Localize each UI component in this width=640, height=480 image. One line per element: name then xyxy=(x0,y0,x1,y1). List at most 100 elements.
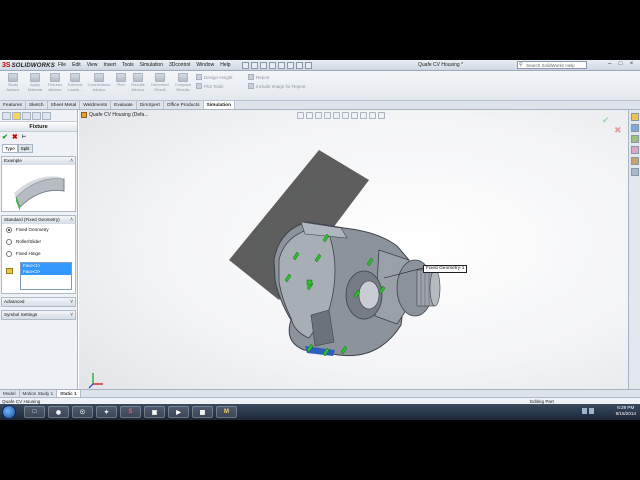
menu-view[interactable]: View xyxy=(87,62,98,68)
deformed-result-button[interactable]: Deformed Result xyxy=(149,73,171,92)
new-icon[interactable] xyxy=(242,62,249,69)
menu-insert[interactable]: Insert xyxy=(103,62,116,68)
solidworks-window: 3S SOLIDWORKS File Edit View Insert Tool… xyxy=(0,60,640,420)
clock-date: 9/15/2014 xyxy=(615,411,636,416)
undo-icon[interactable] xyxy=(278,62,285,69)
app-icon[interactable]: ▣ xyxy=(144,406,165,418)
start-button[interactable] xyxy=(2,405,16,419)
collapse-icon: ˄ xyxy=(70,158,73,164)
standard-header[interactable]: Standard (Fixed Geometry) ˄ xyxy=(2,216,75,224)
resources-icon[interactable] xyxy=(631,113,639,121)
steam-icon[interactable]: ☉ xyxy=(72,406,93,418)
explorer-icon[interactable]: □ xyxy=(24,406,45,418)
ok-icon[interactable]: ✔ xyxy=(2,133,8,141)
custom-properties-icon[interactable] xyxy=(631,168,639,176)
graphics-area[interactable]: Quafe CV Housing (Defa... Fixed Geometry… xyxy=(79,110,628,407)
appearances-icon[interactable] xyxy=(631,157,639,165)
option-fixed-geometry[interactable]: Fixed Geometry xyxy=(2,224,75,236)
option-roller-slider[interactable]: Roller/Slider xyxy=(2,236,75,248)
game-icon[interactable]: ✦ xyxy=(96,406,117,418)
study-advisor-button[interactable]: Study Advisor xyxy=(2,73,24,92)
advanced-header-label: Advanced xyxy=(4,299,25,304)
property-manager-icon[interactable] xyxy=(12,112,21,120)
include-image-button[interactable]: Include Image for Report xyxy=(248,83,306,89)
view-palette-icon[interactable] xyxy=(631,146,639,154)
tab-office-products[interactable]: Office Products xyxy=(164,101,204,109)
tab-model[interactable]: Model xyxy=(0,390,20,397)
ds-logo-icon: 3S xyxy=(2,62,11,69)
connections-advisor-button[interactable]: Connections Advisor xyxy=(88,73,110,92)
display-manager-icon[interactable] xyxy=(42,112,51,120)
tab-sheet-metal[interactable]: Sheet Metal xyxy=(48,101,81,109)
design-insight-button[interactable]: Design Insight xyxy=(196,74,233,80)
menu-window[interactable]: Window xyxy=(196,62,214,68)
menu-simulation[interactable]: Simulation xyxy=(140,62,163,68)
save-icon[interactable] xyxy=(260,62,267,69)
menu-edit[interactable]: Edit xyxy=(72,62,81,68)
bottom-tabs: Model Motion Study 1 Static 1 xyxy=(0,389,640,397)
chrome-icon[interactable]: ◉ xyxy=(48,406,69,418)
feature-manager-icon[interactable] xyxy=(2,112,11,120)
close-icon[interactable]: × xyxy=(627,61,636,67)
list-item[interactable]: Face<2> xyxy=(21,269,71,275)
results-advisor-button[interactable]: Results Advisor xyxy=(127,73,149,92)
tab-static-study[interactable]: Static 1 xyxy=(57,390,81,397)
tab-sketch[interactable]: Sketch xyxy=(26,101,48,109)
restore-icon[interactable]: □ xyxy=(616,61,625,67)
menu-file[interactable]: File xyxy=(58,62,66,68)
tab-motion-study[interactable]: Motion Study 1 xyxy=(20,390,58,397)
plot-tools-button[interactable]: Plot Tools xyxy=(196,83,223,89)
advanced-header[interactable]: Advanced ˅ xyxy=(2,298,75,306)
solidworks-icon[interactable]: S xyxy=(120,406,141,418)
file-explorer-icon[interactable] xyxy=(631,135,639,143)
report-label: Report xyxy=(256,74,270,80)
tab-dimxpert[interactable]: DimXpert xyxy=(137,101,164,109)
open-icon[interactable] xyxy=(251,62,258,69)
faces-listbox[interactable]: Face<1> Face<2> xyxy=(20,262,72,290)
select-icon[interactable] xyxy=(287,62,294,69)
pushpin-icon[interactable]: ⊢ xyxy=(22,134,26,140)
configuration-manager-icon[interactable] xyxy=(22,112,31,120)
search-input[interactable]: ⚲ Search SolidWorks Help xyxy=(517,61,587,69)
report-button[interactable]: Report xyxy=(248,74,270,80)
tab-evaluate[interactable]: Evaluate xyxy=(111,101,137,109)
tab-simulation[interactable]: Simulation xyxy=(203,101,236,109)
dimxpert-manager-icon[interactable] xyxy=(32,112,41,120)
print-icon[interactable] xyxy=(269,62,276,69)
option-fixed-hinge[interactable]: Fixed Hinge xyxy=(2,248,75,260)
rebuild-icon[interactable] xyxy=(296,62,303,69)
external-loads-button[interactable]: External Loads... xyxy=(64,73,86,92)
confirmation-ok-icon[interactable]: ✔ xyxy=(602,115,610,126)
clock[interactable]: 6:39 PM 9/15/2014 xyxy=(616,405,636,417)
fixtures-advisor-button[interactable]: Fixtures Advisor xyxy=(44,73,66,92)
menu-help[interactable]: Help xyxy=(220,62,230,68)
solidworks-logo[interactable]: 3S SOLIDWORKS xyxy=(2,61,55,70)
example-header[interactable]: Example ˄ xyxy=(2,157,75,165)
menu-3dcontrol[interactable]: 3Dcontrol xyxy=(169,62,190,68)
symbol-settings-header[interactable]: Symbol Settings ˅ xyxy=(2,311,75,319)
volume-icon[interactable] xyxy=(589,408,594,414)
compare-results-button[interactable]: Compare Results xyxy=(172,73,194,92)
apply-material-button[interactable]: Apply Material xyxy=(24,73,46,92)
triad-icon xyxy=(88,373,103,389)
tab-weldments[interactable]: Weldments xyxy=(80,101,112,109)
notes-icon[interactable]: M xyxy=(216,406,237,418)
windows-taskbar: □ ◉ ☉ ✦ S ▣ ▶ ▩ M 6:39 PM 9/15/2014 xyxy=(0,404,640,420)
cancel-icon[interactable]: ✖ xyxy=(12,133,18,141)
media-icon[interactable]: ▶ xyxy=(168,406,189,418)
tab-type[interactable]: Type xyxy=(2,144,18,153)
confirmation-cancel-icon[interactable]: ✖ xyxy=(614,125,622,136)
design-library-icon[interactable] xyxy=(631,124,639,132)
cv-housing-model[interactable] xyxy=(79,110,628,407)
network-icon[interactable] xyxy=(582,408,587,414)
design-insight-label: Design Insight xyxy=(204,74,233,80)
run-icon xyxy=(116,73,126,82)
property-manager: Fixture ✔ ✖ ⊢ Type Split Example ˄ Standa… xyxy=(0,110,78,407)
options-icon[interactable] xyxy=(305,62,312,69)
system-tray xyxy=(582,408,594,414)
terminal-icon[interactable]: ▩ xyxy=(192,406,213,418)
tab-split[interactable]: Split xyxy=(17,144,33,153)
menu-tools[interactable]: Tools xyxy=(122,62,134,68)
tab-features[interactable]: Features xyxy=(0,101,26,109)
minimize-icon[interactable]: – xyxy=(605,61,614,67)
